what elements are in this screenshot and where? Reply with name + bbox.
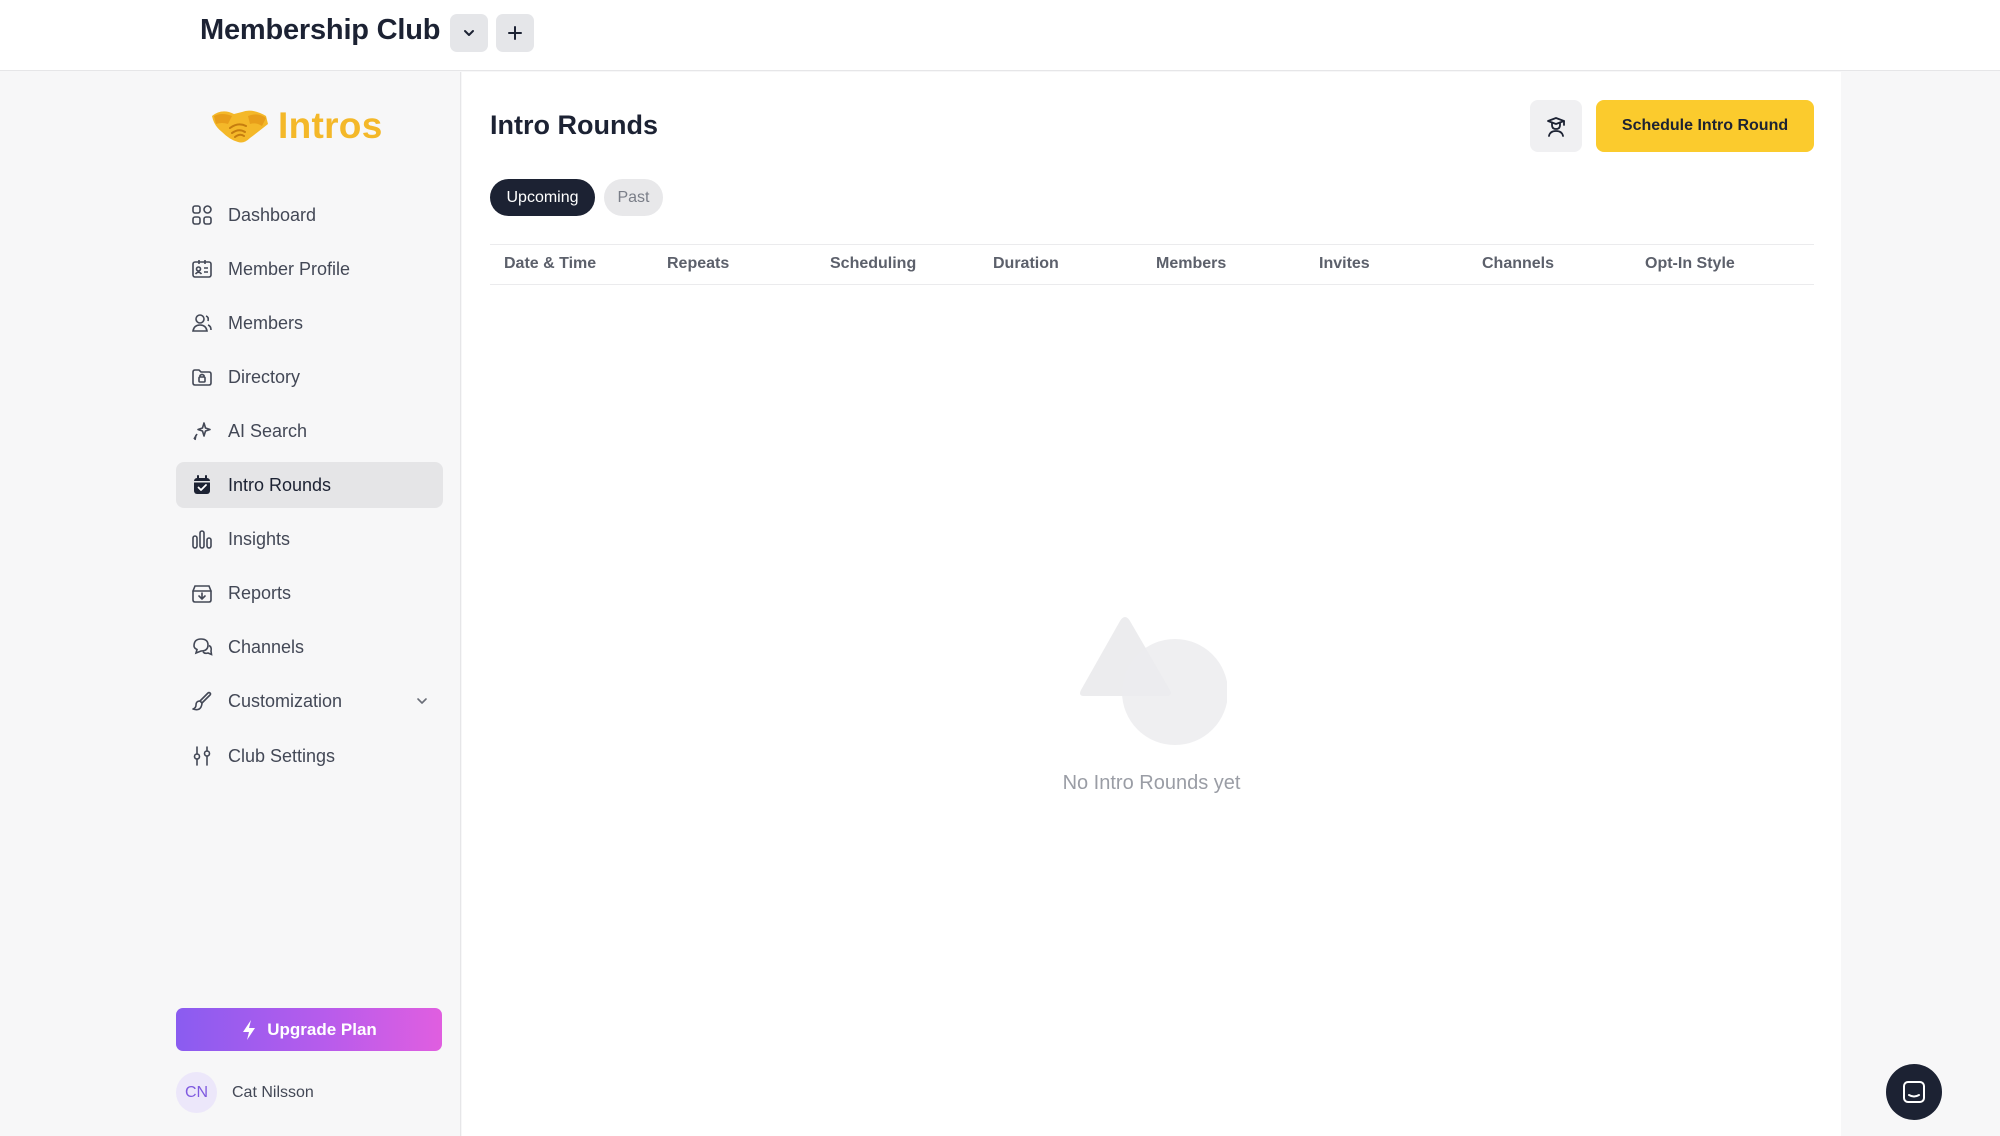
sidebar-item-label: Intro Rounds <box>228 474 332 495</box>
sidebar-item-channels[interactable]: Channels <box>176 624 443 670</box>
schedule-intro-round-button[interactable]: Schedule Intro Round <box>1596 100 1814 152</box>
tab-upcoming[interactable]: Upcoming <box>490 179 595 216</box>
page-title: Intro Rounds <box>490 110 658 140</box>
main-content: Intro Rounds Schedule Intro Round Upcomi… <box>462 72 1841 1136</box>
sidebar-item-label: Reports <box>228 582 292 603</box>
support-chat-button[interactable] <box>1886 1064 1942 1120</box>
users-icon <box>190 311 214 335</box>
chat-icon <box>1903 1081 1925 1103</box>
sidebar: Intros Dashboard Member Profile Members … <box>158 72 461 1136</box>
sidebar-item-label: Customization <box>228 690 343 711</box>
column-header-repeats[interactable]: Repeats <box>667 255 729 273</box>
sidebar-item-label: AI Search <box>228 420 308 441</box>
user-menu[interactable]: CN Cat Nilsson <box>176 1072 314 1113</box>
brand-name: Intros <box>278 105 383 146</box>
column-header-channels[interactable]: Channels <box>1482 255 1554 273</box>
upgrade-plan-label: Upgrade Plan <box>267 1019 377 1039</box>
sidebar-item-intro-rounds[interactable]: Intro Rounds <box>176 462 443 508</box>
sidebar-item-member-profile[interactable]: Member Profile <box>176 246 443 292</box>
inbox-download-icon <box>190 581 214 605</box>
chevron-down-icon <box>464 30 474 36</box>
grid-icon <box>190 203 214 227</box>
sidebar-item-directory[interactable]: Directory <box>176 354 443 400</box>
column-header-date-time[interactable]: Date & Time <box>504 255 596 273</box>
sidebar-item-club-settings[interactable]: Club Settings <box>176 733 443 779</box>
calendar-check-icon <box>190 473 214 497</box>
sidebar-item-label: Member Profile <box>228 258 351 279</box>
add-club-button[interactable] <box>496 14 534 52</box>
column-header-members[interactable]: Members <box>1156 255 1226 273</box>
tab-past[interactable]: Past <box>604 179 663 216</box>
sidebar-item-label: Dashboard <box>228 204 317 225</box>
sliders-icon <box>190 744 214 768</box>
shapes-icon <box>1080 617 1227 745</box>
column-header-opt-in-style[interactable]: Opt-In Style <box>1645 255 1735 273</box>
sidebar-item-dashboard[interactable]: Dashboard <box>176 192 443 238</box>
sparkles-icon <box>190 419 214 443</box>
sidebar-item-customization[interactable]: Customization <box>176 678 443 724</box>
folder-lock-icon <box>190 365 214 389</box>
user-name: Cat Nilsson <box>232 1083 314 1101</box>
sidebar-item-label: Channels <box>228 636 305 657</box>
column-header-scheduling[interactable]: Scheduling <box>830 255 916 273</box>
sidebar-item-label: Insights <box>228 528 291 549</box>
sidebar-item-reports[interactable]: Reports <box>176 570 443 616</box>
table-header: Date & Time Repeats Scheduling Duration … <box>490 244 1814 285</box>
id-card-icon <box>190 257 214 281</box>
bar-chart-icon <box>190 527 214 551</box>
tutorial-button[interactable] <box>1530 100 1582 152</box>
sidebar-item-label: Members <box>228 312 304 333</box>
avatar: CN <box>176 1072 217 1113</box>
chevron-down-icon <box>415 692 429 713</box>
paint-brush-icon <box>190 689 214 713</box>
column-header-invites[interactable]: Invites <box>1319 255 1370 273</box>
club-title: Membership Club <box>200 14 441 46</box>
chat-bubbles-icon <box>190 635 214 659</box>
sidebar-item-label: Club Settings <box>228 745 336 766</box>
sidebar-item-ai-search[interactable]: AI Search <box>176 408 443 454</box>
brand-logo[interactable]: Intros <box>208 102 383 150</box>
sidebar-item-insights[interactable]: Insights <box>176 516 443 562</box>
upgrade-plan-button[interactable]: Upgrade Plan <box>176 1008 442 1051</box>
club-dropdown-button[interactable] <box>450 14 488 52</box>
sidebar-item-label: Directory <box>228 366 301 387</box>
plus-icon <box>508 26 522 40</box>
top-bar: Membership Club <box>0 0 2000 71</box>
empty-state-message: No Intro Rounds yet <box>1062 772 1241 794</box>
column-header-duration[interactable]: Duration <box>993 255 1059 273</box>
handshake-icon <box>212 110 268 143</box>
sidebar-item-members[interactable]: Members <box>176 300 443 346</box>
graduation-user-icon <box>1547 117 1565 137</box>
lightning-icon <box>243 1019 256 1040</box>
